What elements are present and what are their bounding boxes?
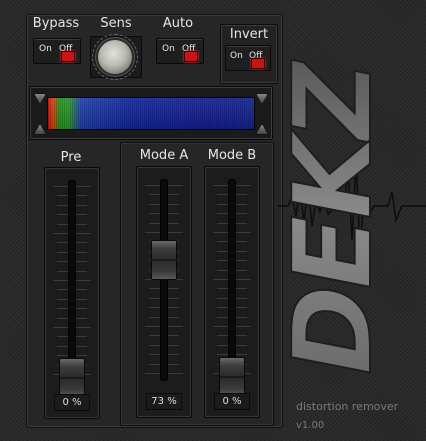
- bypass-switch[interactable]: On Off: [33, 38, 81, 64]
- invert-switch[interactable]: On Off: [225, 45, 271, 71]
- range-handle-bottom-left-icon[interactable]: [34, 124, 46, 135]
- brand-logo: DEKZ: [278, 59, 426, 376]
- invert-on-text: On: [230, 51, 243, 61]
- auto-on-text: On: [162, 44, 175, 54]
- mode-a-fader-track: [160, 179, 168, 381]
- pre-fader[interactable]: 0 %: [44, 167, 100, 419]
- invert-led-indicator-icon: [251, 58, 265, 69]
- range-handle-top-right-icon[interactable]: [256, 93, 268, 104]
- pre-fader-cap[interactable]: [59, 358, 85, 398]
- mode-b-fader-track: [228, 179, 236, 381]
- auto-switch[interactable]: On Off: [156, 38, 204, 64]
- bypass-led-indicator-icon: [61, 51, 75, 62]
- sens-knob-housing: [90, 34, 142, 80]
- range-handle-top-left-icon[interactable]: [34, 93, 46, 104]
- mode-a-fader-cap[interactable]: [151, 239, 177, 280]
- spectrum-display: [47, 97, 255, 130]
- version-text: v1.00: [296, 420, 325, 431]
- mode-a-value-readout: 73 %: [146, 393, 182, 410]
- spectrum-meter: [29, 86, 273, 140]
- mode-a-label: Mode A: [139, 148, 189, 163]
- mode-b-value-readout: 0 %: [214, 393, 250, 410]
- sens-knob-icon[interactable]: [98, 40, 132, 74]
- bypass-label: Bypass: [32, 16, 80, 31]
- pre-fader-track: [68, 180, 76, 382]
- mode-a-fader[interactable]: 73 %: [136, 166, 192, 418]
- logo-text: DEKZ: [278, 60, 396, 375]
- pre-value-readout: 0 %: [54, 394, 90, 411]
- product-name: distortion remover: [296, 400, 399, 413]
- mode-b-fader[interactable]: 0 %: [204, 166, 260, 418]
- mode-b-label: Mode B: [207, 148, 257, 163]
- bypass-on-text: On: [39, 44, 52, 54]
- range-handle-bottom-right-icon[interactable]: [256, 124, 268, 135]
- auto-led-indicator-icon: [184, 51, 198, 62]
- auto-label: Auto: [162, 16, 194, 31]
- invert-group: Invert On Off: [220, 24, 278, 84]
- logo-lettering: DEKZ: [278, 59, 397, 376]
- mode-b-fader-cap[interactable]: [219, 357, 245, 397]
- invert-label: Invert: [229, 27, 269, 42]
- sens-label: Sens: [100, 16, 132, 31]
- pre-label: Pre: [60, 150, 82, 165]
